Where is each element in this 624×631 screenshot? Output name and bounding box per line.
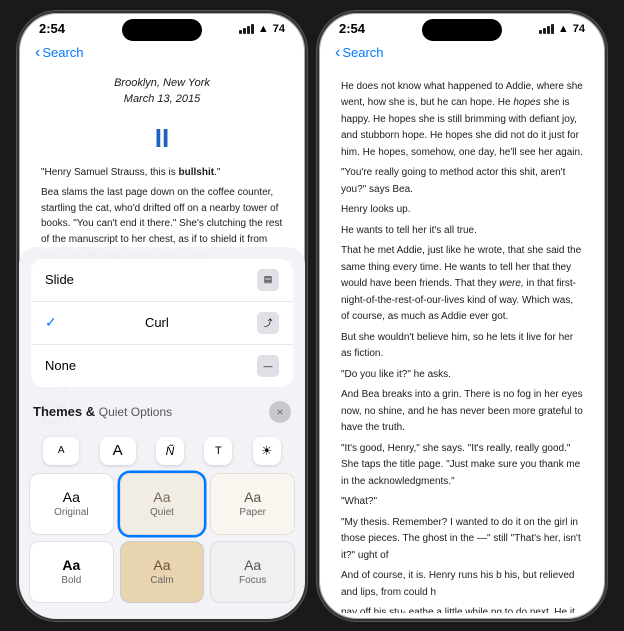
chevron-left-icon-right: ‹ — [335, 45, 340, 61]
location-line1: Brooklyn, New York — [41, 75, 283, 92]
font-small-a: A — [58, 445, 65, 456]
scroll-option-none[interactable]: None — — [31, 345, 293, 387]
back-label-right: Search — [342, 45, 383, 60]
nav-bar-left: ‹ Search — [19, 41, 305, 67]
book-header: Brooklyn, New York March 13, 2015 — [41, 75, 283, 108]
rp-13: pay off his stu- eathe a little while ng… — [341, 605, 583, 613]
font-increase-button[interactable]: A — [100, 437, 136, 465]
signal-icon-left — [239, 24, 254, 34]
chevron-left-icon: ‹ — [35, 45, 40, 61]
scroll-curl-label: Curl — [145, 315, 169, 330]
battery-left: 74 — [273, 23, 285, 35]
para-1: "Henry Samuel Strauss, this is bullshit.… — [41, 165, 283, 181]
battery-right: 74 — [573, 23, 585, 35]
theme-quiet-label: Quiet — [150, 507, 174, 518]
rp-4: He wants to tell her it's all true. — [341, 223, 583, 240]
left-phone: 2:54 ▲ 74 ‹ Search Brooklyn, New York Ma… — [17, 11, 307, 621]
scroll-none-label: None — [45, 358, 76, 373]
scroll-options: Slide ▤ ✓ Curl ⤴ None — — [31, 259, 293, 387]
font-type-icon: T — [215, 445, 222, 457]
status-icons-left: ▲ 74 — [239, 23, 285, 35]
theme-original-preview: Aa — [63, 489, 80, 505]
phones-container: 2:54 ▲ 74 ‹ Search Brooklyn, New York Ma… — [7, 1, 617, 631]
theme-focus[interactable]: Aa Focus — [210, 541, 295, 603]
theme-quiet-preview: Aa — [153, 489, 170, 505]
theme-calm-label: Calm — [150, 575, 173, 586]
theme-bold-label: Bold — [61, 575, 81, 586]
themes-label: Themes & Quiet Options — [33, 404, 172, 419]
time-right: 2:54 — [339, 21, 365, 36]
theme-focus-preview: Aa — [244, 557, 261, 573]
themes-header-row: Themes & Quiet Options × — [19, 395, 305, 431]
brightness-button[interactable]: ☀ — [253, 437, 281, 465]
theme-focus-label: Focus — [239, 575, 266, 586]
rp-9: "It's good, Henry," she says. "It's real… — [341, 441, 583, 491]
wifi-icon-right: ▲ — [558, 23, 569, 35]
right-phone: 2:54 ▲ 74 ‹ Search He does not know what… — [317, 11, 607, 621]
rp-12: And of course, it is. Henry runs his b h… — [341, 568, 583, 601]
scroll-option-slide[interactable]: Slide ▤ — [31, 259, 293, 302]
rp-3: Henry looks up. — [341, 202, 583, 219]
theme-quiet[interactable]: Aa Quiet — [120, 473, 205, 535]
time-left: 2:54 — [39, 21, 65, 36]
rp-10: "What?" — [341, 494, 583, 511]
theme-calm-preview: Aa — [153, 557, 170, 573]
slide-icon: ▤ — [257, 269, 279, 291]
signal-icon-right — [539, 24, 554, 34]
rp-2: "You're really going to method actor thi… — [341, 165, 583, 198]
theme-bold[interactable]: Aa Bold — [29, 541, 114, 603]
rp-8: And Bea breaks into a grin. There is no … — [341, 387, 583, 437]
theme-cards: Aa Original Aa Quiet Aa Paper Aa Bold Aa — [19, 473, 305, 609]
status-bar-left: 2:54 ▲ 74 — [19, 13, 305, 41]
wifi-icon-left: ▲ — [258, 23, 269, 35]
scroll-slide-label: Slide — [45, 272, 74, 287]
close-button[interactable]: × — [269, 401, 291, 423]
theme-paper-preview: Aa — [244, 489, 261, 505]
chapter-number: II — [41, 118, 283, 160]
status-bar-right: 2:54 ▲ 74 — [319, 13, 605, 41]
theme-paper-label: Paper — [239, 507, 266, 518]
status-icons-right: ▲ 74 — [539, 23, 585, 35]
font-type-button[interactable]: T — [204, 437, 232, 465]
font-decrease-button[interactable]: A — [43, 437, 79, 465]
book-text-right: He does not know what happened to Addie,… — [341, 79, 583, 613]
theme-bold-preview: Aa — [62, 557, 80, 573]
location-line2: March 13, 2015 — [41, 91, 283, 108]
rp-6: But she wouldn't believe him, so he lets… — [341, 330, 583, 363]
none-icon: — — [257, 355, 279, 377]
theme-original[interactable]: Aa Original — [29, 473, 114, 535]
font-style-button[interactable]: Ñ — [156, 437, 184, 465]
font-large-a: A — [113, 442, 123, 459]
rp-5: That he met Addie, just like he wrote, t… — [341, 243, 583, 326]
theme-original-label: Original — [54, 507, 88, 518]
book-content-right: He does not know what happened to Addie,… — [319, 67, 605, 613]
rp-11: "My thesis. Remember? I wanted to do it … — [341, 515, 583, 565]
back-button-right[interactable]: ‹ Search — [335, 45, 384, 61]
theme-paper[interactable]: Aa Paper — [210, 473, 295, 535]
scroll-curl-checkmark: ✓ — [45, 314, 57, 331]
rp-1: He does not know what happened to Addie,… — [341, 79, 583, 162]
scroll-option-curl[interactable]: ✓ Curl ⤴ — [31, 302, 293, 345]
back-label-left: Search — [42, 45, 83, 60]
font-controls: A A Ñ T ☀ — [19, 431, 305, 473]
nav-bar-right: ‹ Search — [319, 41, 605, 67]
overlay-panel: Slide ▤ ✓ Curl ⤴ None — Themes & Quiet O… — [19, 247, 305, 619]
curl-icon: ⤴ — [257, 312, 279, 334]
back-button-left[interactable]: ‹ Search — [35, 45, 84, 61]
font-style-icon: Ñ — [166, 444, 175, 458]
theme-calm[interactable]: Aa Calm — [120, 541, 205, 603]
brightness-sun-icon: ☀ — [261, 443, 273, 459]
rp-7: "Do you like it?" he asks. — [341, 367, 583, 384]
